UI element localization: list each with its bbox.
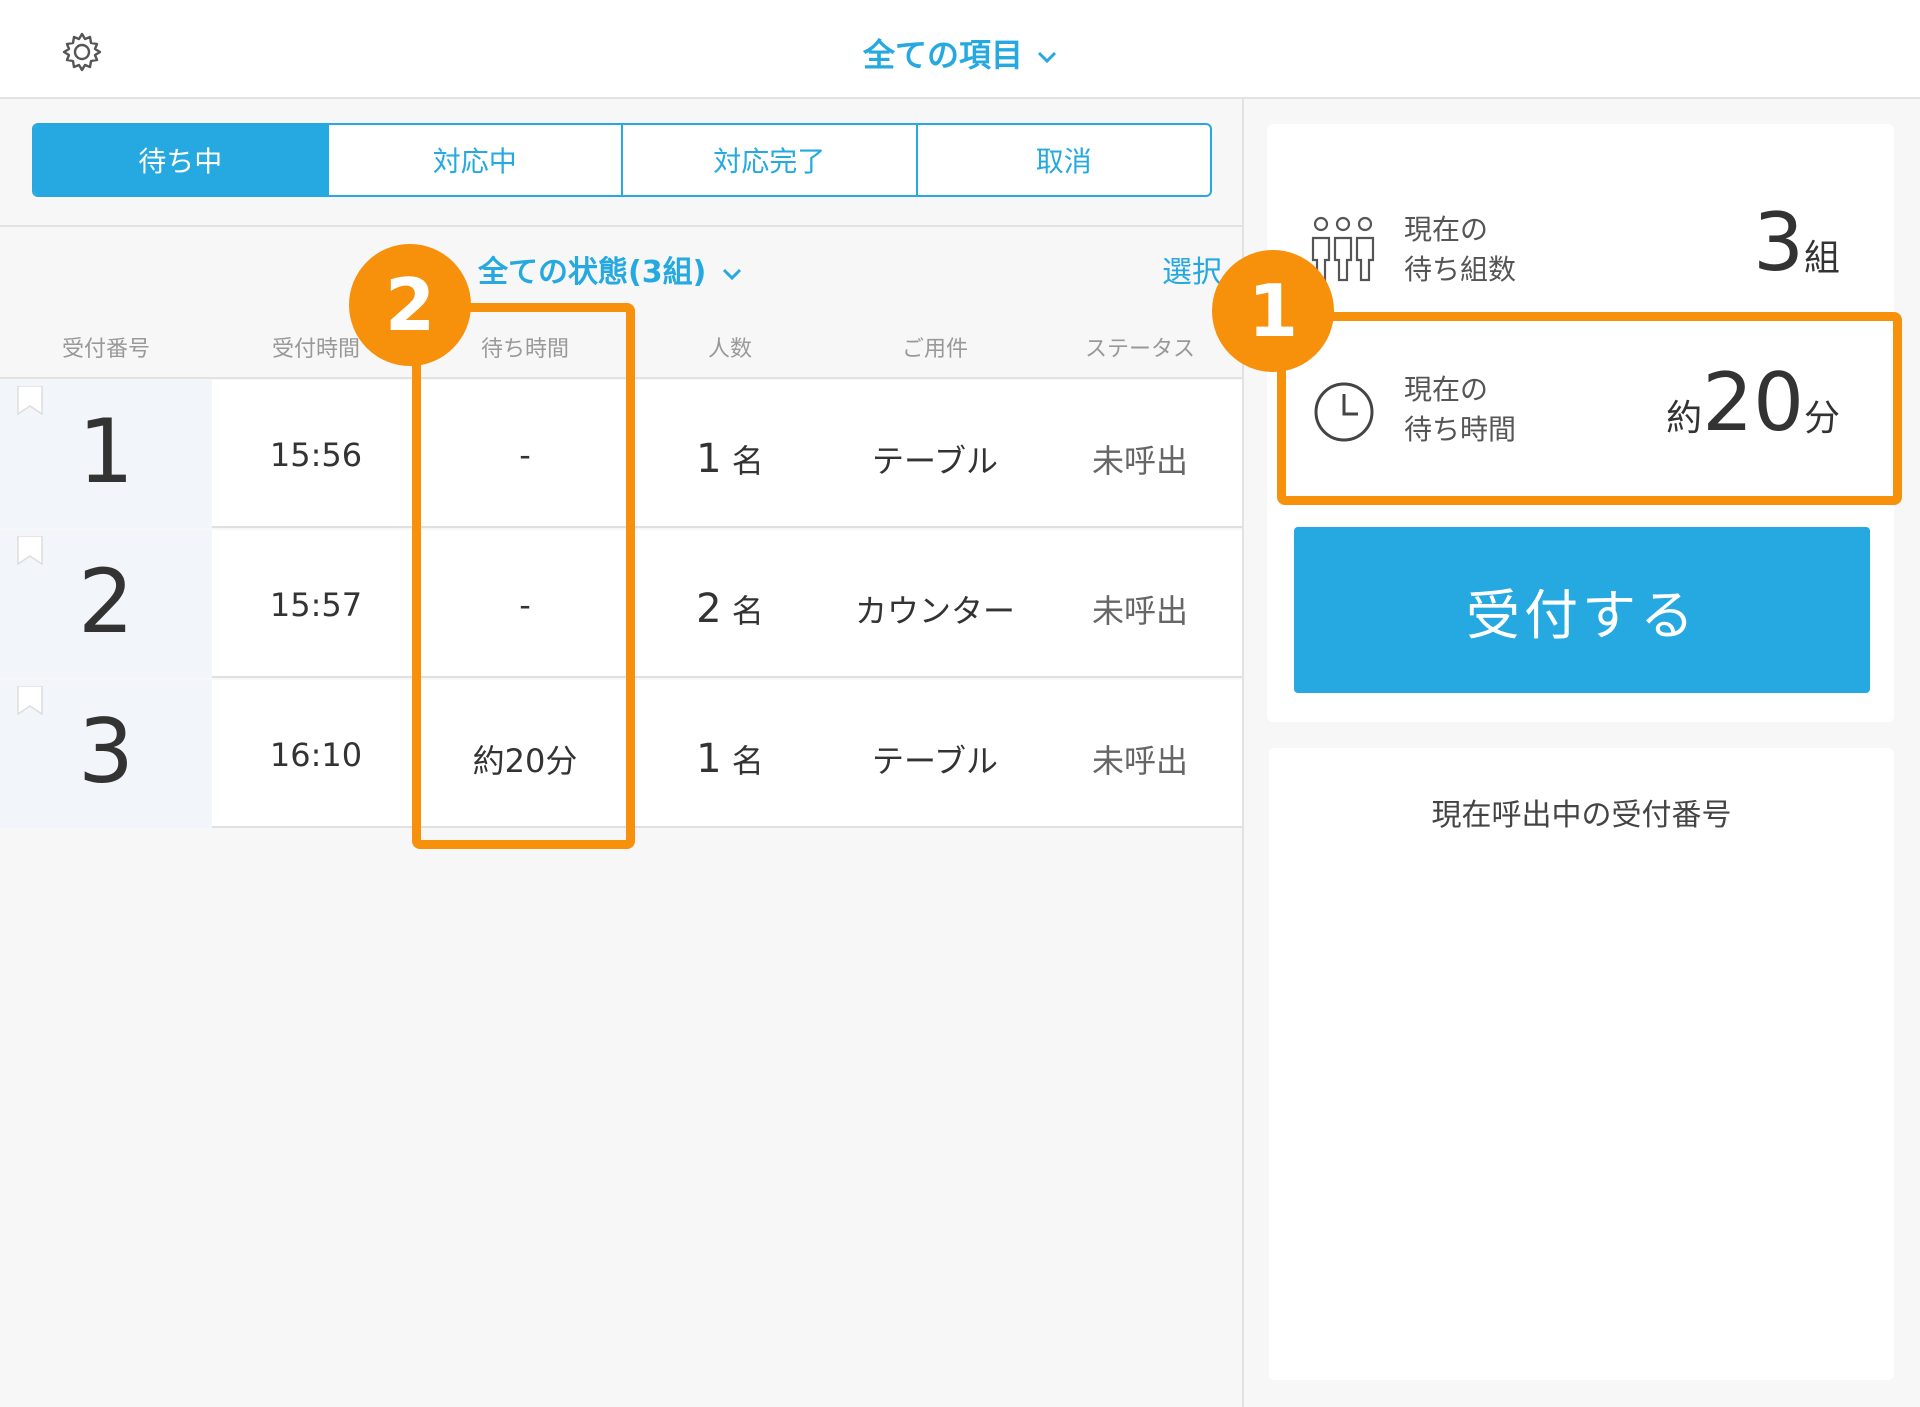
annotation-badge-2: 2 [349,244,471,366]
tab-completed[interactable]: 対応完了 [623,125,918,195]
groups-value: 3組 [1753,196,1840,289]
column-header-status: ステータス [1084,337,1195,362]
ticket-number: 3 [78,700,134,803]
highlight-wait-stat [1277,312,1902,505]
tab-waiting[interactable]: 待ち中 [34,125,329,195]
party-size-unit: 名 [731,742,764,780]
column-header-purpose: ご用件 [901,337,968,362]
purpose: テーブル [871,442,999,480]
reception-time: 16:10 [269,736,363,774]
ticket-number: 2 [78,550,134,653]
chevron-down-icon [723,268,742,280]
status: 未呼出 [1091,442,1188,480]
tab-cancelled[interactable]: 取消 [918,125,1211,195]
purpose: カウンター [854,592,1015,630]
item-filter-label: 全ての項目 [862,36,1023,74]
calling-title: 現在呼出中の受付番号 [1431,798,1732,833]
column-header-people: 人数 [707,337,752,362]
party-size-unit: 名 [731,442,764,480]
number-cell: 3 [0,680,212,828]
tabs-bar: 待ち中 対応中 対応完了 取消 [0,99,1242,227]
chevron-down-icon [1037,51,1057,64]
number-cell: 2 [0,530,212,678]
accept-button[interactable]: 受付する [1294,527,1870,693]
status: 未呼出 [1091,592,1188,630]
party-size-value: 2 [696,586,722,632]
state-filter-dropdown[interactable]: 全ての状態(3組) [478,247,742,291]
select-button[interactable]: 選択 [1162,247,1222,291]
party-size-unit: 名 [731,592,764,630]
party-size: 2 名 [630,586,830,632]
groups-label-line2: 待ち組数 [1404,253,1517,286]
calling-card: 現在呼出中の受付番号 [1269,748,1894,1380]
item-filter-dropdown[interactable]: 全ての項目 [0,30,1920,76]
top-bar: 全ての項目 [0,0,1920,99]
groups-label: 現在の 待ち組数 [1404,210,1516,290]
filter-row: 全ての状態(3組) 選択 [0,227,1242,311]
reception-time: 15:57 [269,586,363,624]
status: 未呼出 [1091,742,1188,780]
party-size: 1 名 [630,736,830,782]
party-size-value: 1 [696,736,722,782]
purpose: テーブル [871,742,999,780]
reception-time: 15:56 [269,436,363,474]
party-size-value: 1 [696,436,722,482]
groups-count: 3 [1753,196,1804,289]
status-tabs: 待ち中 対応中 対応完了 取消 [32,123,1212,197]
party-size: 1 名 [630,436,830,482]
groups-label-line1: 現在の [1404,213,1489,246]
number-cell: 1 [0,380,212,528]
tab-in-progress[interactable]: 対応中 [329,125,623,195]
groups-unit: 組 [1803,238,1840,279]
highlight-wait-column [412,303,635,849]
column-header-number: 受付番号 [61,337,150,362]
state-filter-label: 全ての状態(3組) [478,255,707,290]
ticket-number: 1 [78,400,134,503]
annotation-badge-1: 1 [1212,250,1334,372]
